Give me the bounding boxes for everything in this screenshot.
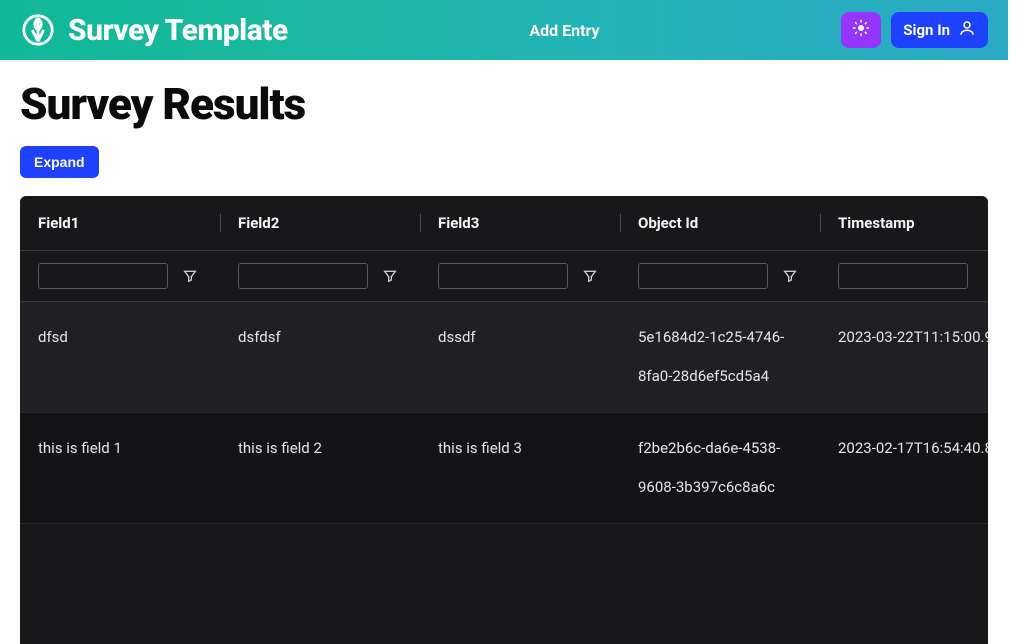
sun-icon [852,19,870,41]
cell-object-id: 5e1684d2-1c25-4746-8fa0-28d6ef5cd5a4 [620,302,820,413]
table-row: dfsd dsfdsf dssdf 5e1684d2-1c25-4746-8fa… [20,302,988,413]
filter-icon[interactable] [582,268,598,284]
col-header-field3[interactable]: Field3 [420,196,620,251]
cell-field2: dsfdsf [220,302,420,413]
brand: Survey Template [20,12,288,48]
app-title: Survey Template [68,13,288,48]
expand-button[interactable]: Expand [20,146,99,178]
theme-toggle-button[interactable] [841,12,881,48]
filter-icon[interactable] [182,268,198,284]
cell-field1: this is field 1 [20,413,220,524]
table-header-row: Field1 Field2 Field3 Object Id Timestamp [20,196,988,251]
col-header-timestamp[interactable]: Timestamp [820,196,988,251]
cell-timestamp: 2023-02-17T16:54:40.828134 [820,413,988,524]
filter-input-field2[interactable] [238,263,368,289]
sign-in-label: Sign In [903,21,950,39]
user-icon [958,19,976,41]
page-title: Survey Results [20,78,988,130]
col-header-field2[interactable]: Field2 [220,196,420,251]
filter-input-object-id[interactable] [638,263,768,289]
cell-timestamp: 2023-03-22T11:15:00.94189 [820,302,988,413]
filter-input-field3[interactable] [438,263,568,289]
col-header-field1[interactable]: Field1 [20,196,220,251]
filter-input-timestamp[interactable] [838,263,968,289]
cell-field2: this is field 2 [220,413,420,524]
cell-field3: dssdf [420,302,620,413]
cell-field3: this is field 3 [420,413,620,524]
nav-add-entry[interactable]: Add Entry [529,21,599,40]
table-row: this is field 1 this is field 2 this is … [20,413,988,524]
results-table[interactable]: Field1 Field2 Field3 Object Id Timestamp [20,196,988,644]
filter-icon[interactable] [782,268,798,284]
sign-in-button[interactable]: Sign In [891,12,988,48]
cell-object-id: f2be2b6c-da6e-4538-9608-3b397c6c8a6c [620,413,820,524]
table-filter-row [20,251,988,302]
filter-icon[interactable] [382,268,398,284]
col-header-object-id[interactable]: Object Id [620,196,820,251]
filter-input-field1[interactable] [38,263,168,289]
content: Survey Results Expand Field1 Field2 Fiel… [0,60,1008,644]
topbar: Survey Template Add Entry [0,0,1008,60]
nav: Add Entry [288,21,842,40]
header-actions: Sign In [841,12,988,48]
logo-icon [20,12,56,48]
cell-field1: dfsd [20,302,220,413]
